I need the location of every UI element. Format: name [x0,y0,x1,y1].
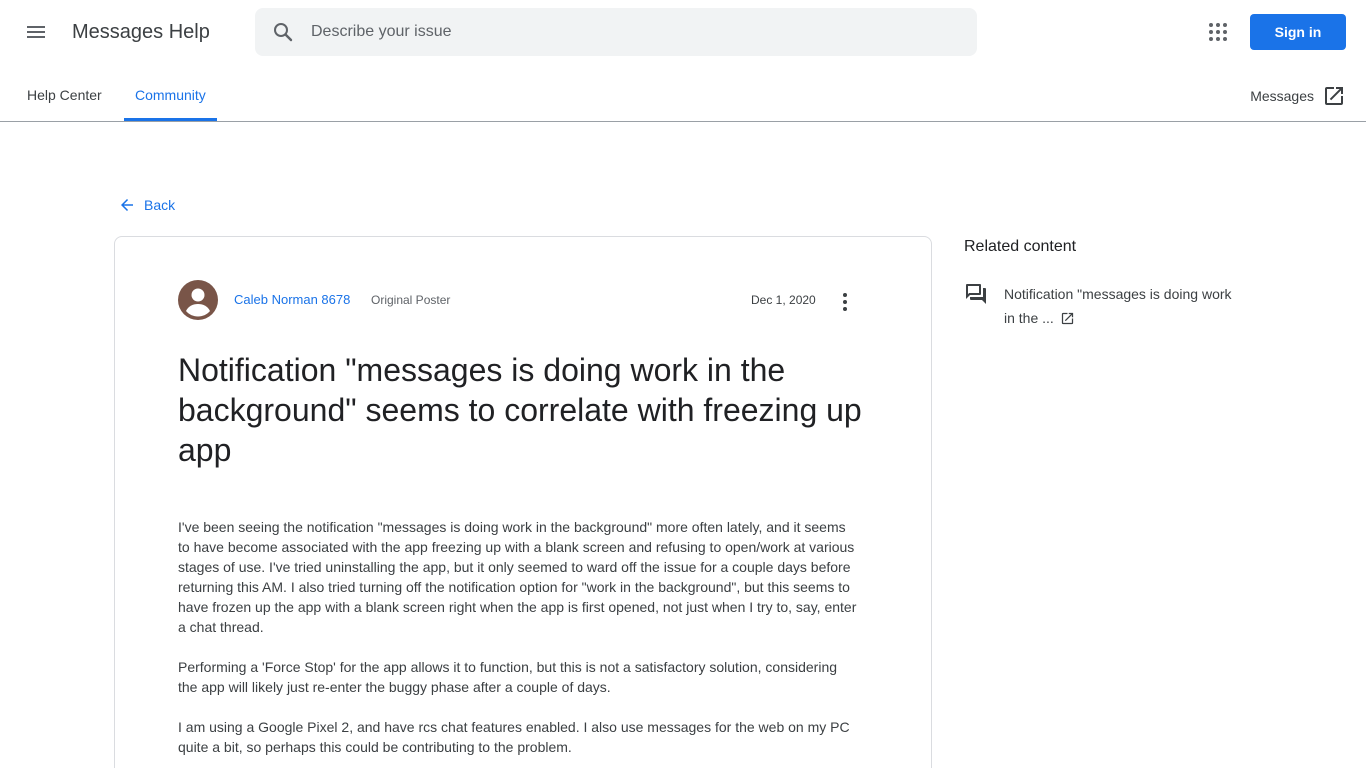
hamburger-menu-icon [27,26,45,38]
post-date: Dec 1, 2020 [751,293,816,307]
sign-in-button[interactable]: Sign in [1250,14,1346,50]
open-in-new-icon [1325,87,1343,105]
google-apps-button[interactable] [1198,12,1238,52]
more-vert-icon [843,293,847,311]
tab-bar: Help Center Community Messages [0,72,1366,122]
thread-title: Notification "messages is doing work in … [178,352,862,468]
search-icon [274,23,293,42]
tab-help-center[interactable]: Help Center [16,72,113,121]
apps-grid-icon [1209,23,1227,41]
back-link[interactable]: Back [118,196,175,214]
avatar[interactable] [178,280,218,320]
arrow-back-icon [121,199,133,211]
forum-icon [966,284,986,304]
main-menu-button[interactable] [16,12,56,52]
app-title[interactable]: Messages Help [72,20,210,44]
related-content-heading: Related content [964,238,1077,255]
tab-community[interactable]: Community [124,72,217,121]
open-in-new-icon [1061,312,1073,325]
author-name[interactable]: Caleb Norman 8678 [234,292,350,307]
more-options-button[interactable] [831,288,859,316]
back-label: Back [144,197,176,213]
search-input[interactable] [311,8,951,56]
search-bar[interactable] [255,8,977,56]
top-app-bar: Messages Help Sign in [0,0,1366,64]
post-paragraph: I am using a Google Pixel 2, and have rc… [178,719,850,755]
thread-card: Caleb Norman 8678 Original Poster Dec 1,… [114,236,932,768]
related-content-link[interactable]: Notification "messages is doing work in … [1004,282,1234,330]
product-link-label: Messages [1250,88,1314,104]
related-content-label: Notification "messages is doing work in … [1004,286,1232,326]
product-external-link[interactable]: Messages [1250,72,1346,120]
post-paragraph: Performing a 'Force Stop' for the app al… [178,659,838,695]
post-paragraph: I've been seeing the notification "messa… [178,519,857,635]
original-poster-badge: Original Poster [371,293,451,307]
post-body: I've been seeing the notification "messa… [178,517,858,768]
